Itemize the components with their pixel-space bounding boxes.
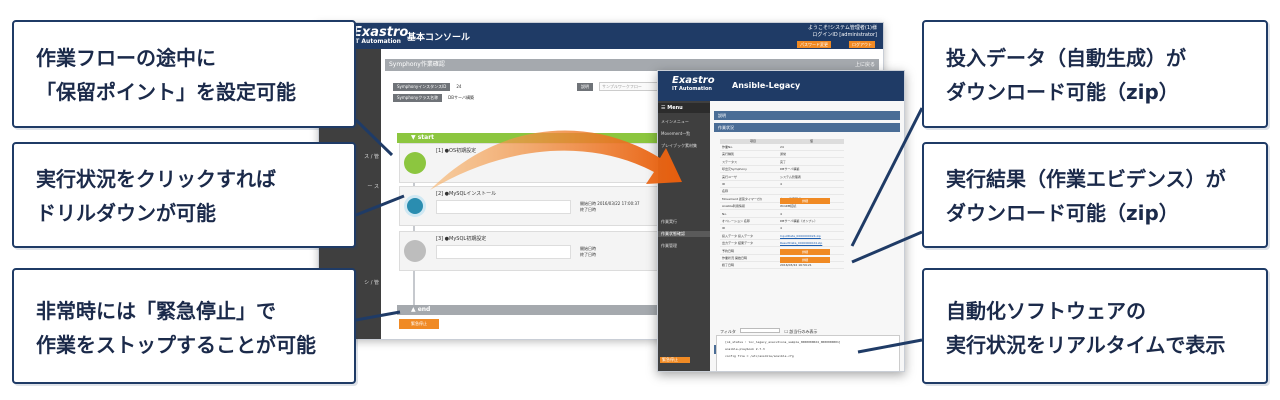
callout-estop-line-2: 作業をストップすることが可能 — [36, 333, 316, 357]
callout-drilldown-line-1: 実行状況をクリックすれば — [36, 167, 276, 191]
callout-pause-line-1: 作業フローの途中に — [36, 46, 216, 70]
connector-drilldown — [355, 194, 405, 217]
callout-estop-line-1: 非常時には「緊急停止」で — [36, 299, 276, 323]
callout-result-data: 実行結果（作業エビデンス）が ダウンロード可能（zip） — [922, 142, 1268, 248]
callout-pause-line-2: 「保留ポイント」を設定可能 — [36, 80, 296, 104]
callout-realtime: 自動化ソフトウェアの 実行状況をリアルタイムで表示 — [922, 268, 1268, 384]
callout-realtime-line-1: 自動化ソフトウェアの — [946, 299, 1146, 323]
connector-result-data — [851, 230, 923, 264]
connector-estop — [355, 310, 401, 322]
callout-emergency-stop: 非常時には「緊急停止」で 作業をストップすることが可能 — [12, 268, 356, 384]
drilldown-arrow-icon — [430, 130, 682, 190]
callout-input-line-2: ダウンロード可能（zip） — [946, 80, 1179, 104]
connector-realtime — [857, 338, 923, 354]
callout-result-line-1: 実行結果（作業エビデンス）が — [946, 167, 1226, 191]
callout-drilldown-line-2: ドリルダウンが可能 — [36, 201, 216, 225]
callout-input-line-1: 投入データ（自動生成）が — [946, 46, 1186, 70]
callout-drilldown: 実行状況をクリックすれば ドリルダウンが可能 — [12, 142, 356, 248]
callout-input-data: 投入データ（自動生成）が ダウンロード可能（zip） — [922, 20, 1268, 128]
connector-pause — [354, 118, 394, 157]
connector-input-data — [850, 107, 924, 247]
callout-realtime-line-2: 実行状況をリアルタイムで表示 — [946, 333, 1226, 357]
callout-pause-point: 作業フローの途中に 「保留ポイント」を設定可能 — [12, 20, 356, 128]
callout-result-line-2: ダウンロード可能（zip） — [946, 201, 1179, 225]
